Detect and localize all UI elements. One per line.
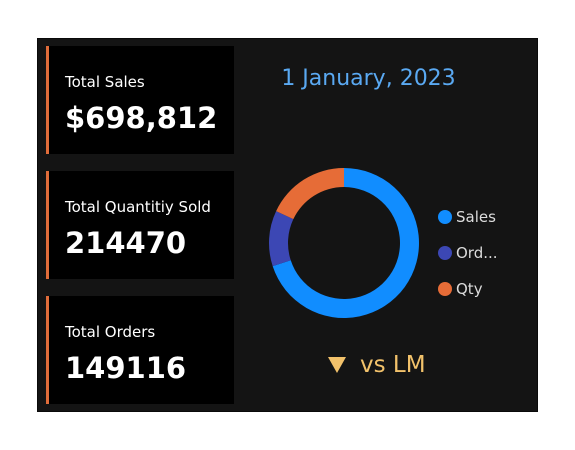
legend-item-orders[interactable]: Ord... — [438, 235, 498, 271]
chart-legend: Sales Ord... Qty — [438, 199, 498, 307]
legend-item-qty[interactable]: Qty — [438, 271, 498, 307]
legend-label: Ord... — [456, 244, 498, 262]
down-triangle-icon — [328, 357, 346, 373]
donut-chart[interactable] — [268, 167, 420, 319]
total-sales-value: $698,812 — [65, 101, 218, 135]
legend-item-sales[interactable]: Sales — [438, 199, 498, 235]
total-orders-label: Total Orders — [65, 323, 156, 341]
comparison-indicator: vs LM — [328, 351, 426, 379]
card-accent-bar — [46, 171, 49, 279]
legend-label: Sales — [456, 208, 496, 226]
legend-dot-icon — [438, 282, 452, 296]
card-accent-bar — [46, 296, 49, 404]
total-quantity-value: 214470 — [65, 226, 187, 260]
total-orders-card[interactable]: Total Orders 149116 — [46, 296, 234, 404]
donut-slice-orders[interactable] — [269, 211, 294, 267]
total-quantity-card[interactable]: Total Quantitiy Sold 214470 — [46, 171, 234, 279]
total-sales-card[interactable]: Total Sales $698,812 — [46, 46, 234, 154]
donut-slice-qty[interactable] — [276, 168, 344, 220]
legend-dot-icon — [438, 246, 452, 260]
legend-label: Qty — [456, 280, 483, 298]
total-quantity-label: Total Quantitiy Sold — [65, 198, 211, 216]
date-label: 1 January, 2023 — [281, 66, 456, 91]
dashboard-panel: Total Sales $698,812 Total Quantitiy Sol… — [37, 38, 538, 412]
total-sales-label: Total Sales — [65, 73, 145, 91]
legend-dot-icon — [438, 210, 452, 224]
card-accent-bar — [46, 46, 49, 154]
total-orders-value: 149116 — [65, 351, 187, 385]
comparison-label: vs LM — [360, 352, 426, 378]
